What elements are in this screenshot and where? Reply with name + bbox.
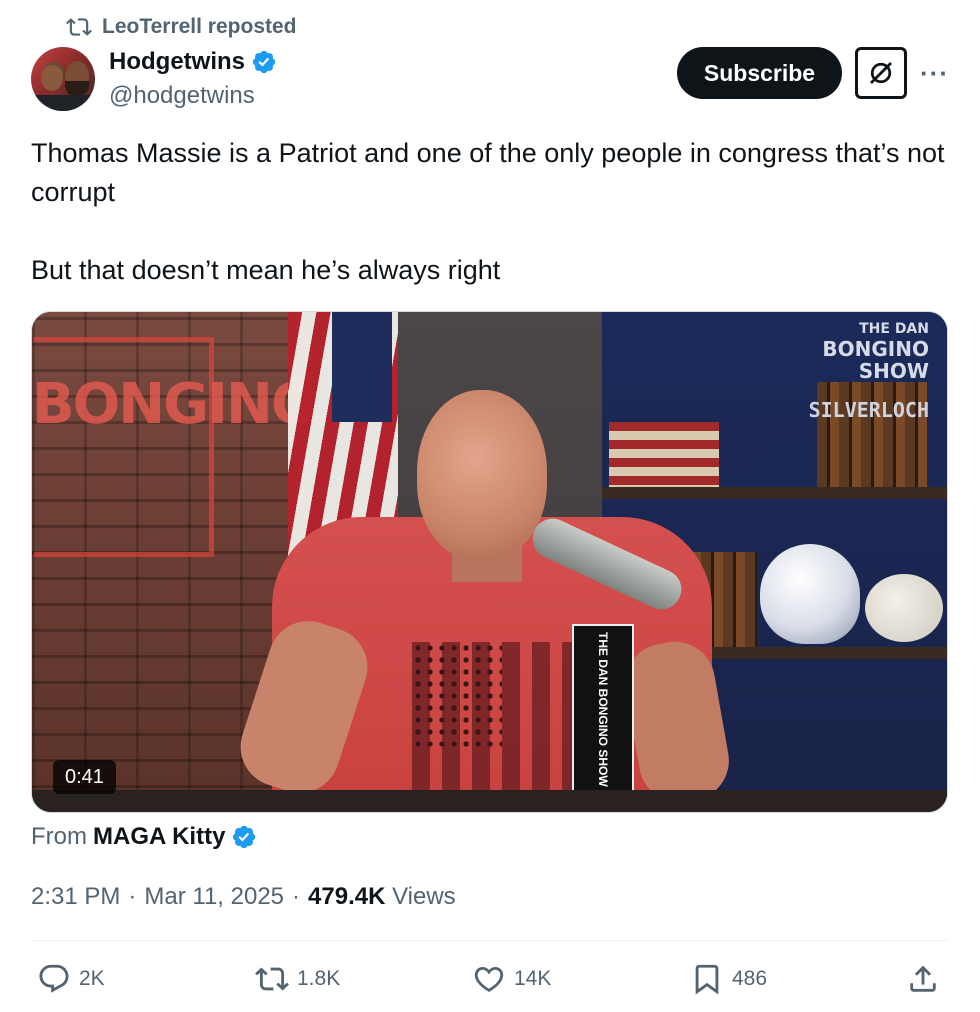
post-paragraph: But that doesn’t mean he’s always right (31, 255, 501, 285)
subscribe-button[interactable]: Subscribe (677, 47, 842, 99)
repost-icon (255, 967, 289, 991)
mic-flag: THE DAN BONGINO SHOW (572, 624, 634, 794)
bookmark-icon (695, 964, 719, 995)
source-prefix: From (31, 823, 87, 850)
avatar[interactable] (31, 47, 95, 111)
verified-badge-icon (252, 50, 276, 74)
repost-icon (66, 18, 92, 36)
sponsor-logo: SILVERLOCH (808, 398, 929, 422)
host-head (417, 390, 547, 560)
like-count: 14K (514, 967, 552, 990)
author-name-row[interactable]: Hodgetwins (109, 48, 277, 76)
video-duration: 0:41 (53, 760, 116, 794)
repost-label: LeoTerrell reposted (102, 15, 297, 38)
author-handle[interactable]: @hodgetwins (109, 82, 255, 110)
bookmark-button[interactable]: 486 (690, 962, 767, 996)
share-button[interactable] (906, 962, 940, 996)
views-label: Views (392, 883, 456, 910)
repost-indicator[interactable]: LeoTerrell reposted (66, 14, 297, 40)
post-date[interactable]: Mar 11, 2025 (144, 883, 284, 911)
post-text: Thomas Massie is a Patriot and one of th… (31, 134, 951, 290)
neon-sign: BONGINO (32, 372, 318, 437)
grok-icon (870, 62, 892, 84)
share-icon (910, 965, 936, 992)
divider (31, 940, 948, 941)
post-paragraph: Thomas Massie is a Patriot and one of th… (31, 138, 945, 207)
author-display-name[interactable]: Hodgetwins (109, 48, 245, 76)
grok-button[interactable] (855, 47, 907, 99)
show-logo: THE DAN BONGINO SHOW (822, 321, 929, 383)
reply-count: 2K (79, 967, 105, 990)
source-name[interactable]: MAGA Kitty (93, 823, 225, 851)
more-options-icon[interactable]: ··· (920, 58, 949, 89)
views-count: 479.4K (308, 883, 386, 910)
bookmark-count: 486 (732, 967, 768, 990)
reply-button[interactable]: 2K (37, 962, 105, 996)
verified-badge-icon (233, 825, 256, 849)
reply-icon (39, 964, 69, 993)
heart-icon (474, 966, 504, 992)
media-source: From MAGA Kitty (31, 823, 257, 851)
video-player[interactable]: BONGINO THE DAN BONGINO SHOW SILVERLOCH … (31, 311, 948, 813)
like-button[interactable]: 14K (472, 962, 551, 996)
repost-button[interactable]: 1.8K (255, 962, 340, 996)
wooden-flag (609, 422, 719, 487)
signed-football (865, 574, 943, 642)
football-helmet (760, 544, 860, 644)
repost-count: 1.8K (297, 967, 341, 990)
post-metadata: 2:31 PM · Mar 11, 2025 · 479.4K Views (31, 883, 456, 911)
post-time[interactable]: 2:31 PM (31, 883, 120, 911)
